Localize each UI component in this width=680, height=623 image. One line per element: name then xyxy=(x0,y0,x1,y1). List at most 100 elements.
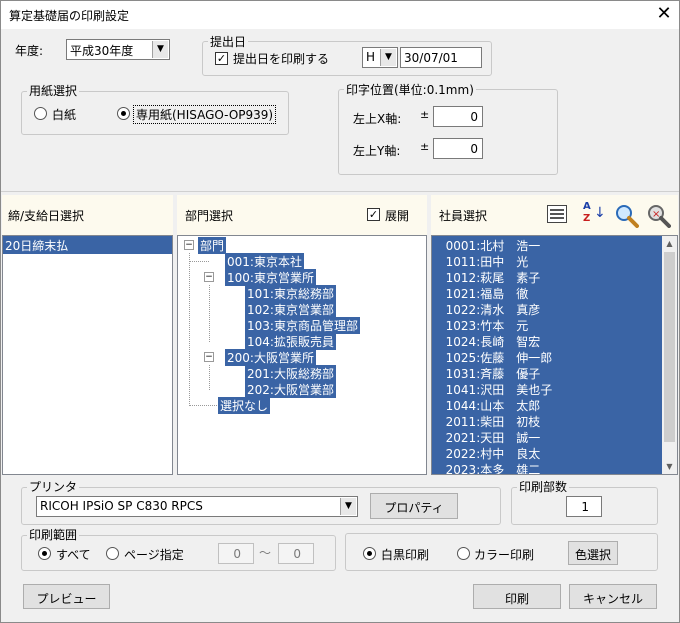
search-clear-icon[interactable]: × xyxy=(647,204,671,228)
era-value: H xyxy=(366,50,376,64)
range-tilde: 〜 xyxy=(259,546,272,560)
x-plus-minus-icon: ± xyxy=(420,108,430,121)
tree-line xyxy=(209,365,210,390)
title-bar: 算定基礎届の印刷設定 ✕ xyxy=(1,1,679,29)
copies-input[interactable]: 1 xyxy=(566,496,602,517)
print-date-checkbox[interactable]: ✓ xyxy=(215,52,228,65)
era-select[interactable]: H ▼ xyxy=(362,47,398,68)
list-item[interactable]: 1021:福島 徹 xyxy=(438,285,529,302)
employee-header: 社員選択 A Z ↓ × xyxy=(431,195,678,235)
tree-node[interactable]: 201:大阪総務部 xyxy=(245,365,336,382)
color-radio[interactable] xyxy=(457,547,470,560)
list-item[interactable]: 1024:長崎 智宏 xyxy=(438,333,541,350)
scroll-down-icon[interactable]: ▼ xyxy=(662,459,677,474)
page-from-value: 0 xyxy=(233,547,241,561)
x-axis-input[interactable]: 0 xyxy=(433,106,483,127)
page-from-input[interactable]: 0 xyxy=(218,543,254,564)
scrollbar-thumb[interactable] xyxy=(664,252,675,442)
expand-label: 展開 xyxy=(385,209,410,223)
list-item[interactable]: 1025:佐藤 伸一郎 xyxy=(438,349,553,366)
list-item[interactable]: 2023:本多 雄二 xyxy=(438,461,541,474)
y-axis-value: 0 xyxy=(470,142,478,156)
printer-value: RICOH IPSiO SP C830 RPCS xyxy=(40,499,203,513)
list-item[interactable]: 1011:田中 光 xyxy=(438,253,529,270)
cutoff-list: 20日締末払 xyxy=(2,235,173,475)
scroll-up-icon[interactable]: ▲ xyxy=(662,236,677,251)
close-icon[interactable]: ✕ xyxy=(651,3,677,27)
cutoff-item-label: 20日締末払 xyxy=(5,239,69,253)
y-plus-minus-icon: ± xyxy=(420,140,430,153)
sort-az-icon[interactable]: A Z ↓ xyxy=(581,201,606,229)
collapse-icon[interactable]: − xyxy=(204,352,214,362)
tree-node[interactable]: 103:東京商品管理部 xyxy=(245,317,360,334)
tree-node[interactable]: 部門 xyxy=(198,237,227,254)
chevron-down-icon: ▼ xyxy=(380,49,396,66)
mono-radio[interactable] xyxy=(363,547,376,560)
year-value: 平成30年度 xyxy=(70,44,134,58)
tree-line xyxy=(189,261,209,262)
x-axis-label: 左上X軸: xyxy=(353,112,402,126)
page-to-input[interactable]: 0 xyxy=(278,543,314,564)
tree-node[interactable]: 200:大阪営業所 xyxy=(225,349,316,366)
cancel-button[interactable]: キャンセル xyxy=(569,584,657,609)
paper-blank-radio[interactable] xyxy=(34,107,47,120)
list-item[interactable]: 1012:萩尾 素子 xyxy=(438,269,541,286)
list-item[interactable]: 1031:斉藤 優子 xyxy=(438,365,541,382)
tree-node[interactable]: 102:東京営業部 xyxy=(245,301,336,318)
paper-legend: 用紙選択 xyxy=(27,82,80,99)
y-axis-input[interactable]: 0 xyxy=(433,138,483,159)
sort-a-glyph: A xyxy=(583,201,591,212)
list-item[interactable]: 1044:山本 太郎 xyxy=(438,397,541,414)
color-select-button[interactable]: 色選択 xyxy=(568,541,618,565)
range-all-radio[interactable] xyxy=(38,547,51,560)
list-item[interactable]: 1022:清水 真彦 xyxy=(438,301,541,318)
tree-node[interactable]: 100:東京営業所 xyxy=(225,269,316,286)
properties-button[interactable]: プロパティ xyxy=(370,493,458,519)
cancel-button-label: キャンセル xyxy=(582,592,643,606)
tree-node[interactable]: 202:大阪営業部 xyxy=(245,381,336,398)
preview-button-label: プレビュー xyxy=(36,592,97,606)
color-select-label: 色選択 xyxy=(574,548,611,562)
submit-date-input[interactable]: 30/07/01 xyxy=(400,47,482,68)
preview-button[interactable]: プレビュー xyxy=(23,584,110,609)
employee-header-label: 社員選択 xyxy=(439,209,488,223)
year-select[interactable]: 平成30年度 ▼ xyxy=(66,39,170,60)
tree-node[interactable]: 選択なし xyxy=(218,397,271,414)
tree-node[interactable]: 001:東京本社 xyxy=(225,253,304,270)
tree-line xyxy=(209,285,210,342)
color-label: カラー印刷 xyxy=(474,548,535,562)
list-item[interactable]: 1023:竹本 元 xyxy=(438,317,529,334)
employee-list: 0001:北村 浩一 1011:田中 光 1012:萩尾 素子 1021:福島 … xyxy=(431,235,678,475)
dept-tree: − − − 部門 001:東京本社 100:東京営業所 101:東京総務部 10… xyxy=(177,235,427,475)
paper-special-radio[interactable] xyxy=(117,107,130,120)
properties-button-label: プロパティ xyxy=(384,501,444,515)
mono-label: 白黒印刷 xyxy=(381,548,430,562)
list-item[interactable]: 2011:柴田 初枝 xyxy=(438,413,541,430)
sort-arrow-glyph: ↓ xyxy=(594,205,606,221)
dept-header: 部門選択 ✓ 展開 xyxy=(177,195,427,235)
collapse-icon[interactable]: − xyxy=(204,272,214,282)
collapse-icon[interactable]: − xyxy=(184,240,194,250)
print-range-legend: 印刷範囲 xyxy=(27,526,80,543)
list-item[interactable]: 0001:北村 浩一 xyxy=(438,237,541,254)
printer-select[interactable]: RICOH IPSiO SP C830 RPCS ▼ xyxy=(36,496,358,517)
range-page-label: ページ指定 xyxy=(124,548,184,562)
list-item[interactable]: 1041:沢田 美也子 xyxy=(438,381,553,398)
tree-node[interactable]: 101:東京総務部 xyxy=(245,285,336,302)
vertical-scrollbar[interactable]: ▲ ▼ xyxy=(662,236,677,474)
search-icon[interactable] xyxy=(615,204,639,228)
print-button[interactable]: 印刷 xyxy=(473,584,561,609)
tree-node[interactable]: 104:拡張販売員 xyxy=(245,333,336,350)
list-item[interactable]: 20日締末払 xyxy=(3,236,172,254)
dialog-window: 算定基礎届の印刷設定 ✕ 年度: 平成30年度 ▼ 提出日 ✓ 提出日を印刷する… xyxy=(0,0,680,623)
list-item[interactable]: 2022:村中 良太 xyxy=(438,445,541,462)
expand-checkbox[interactable]: ✓ xyxy=(367,208,380,221)
range-page-radio[interactable] xyxy=(106,547,119,560)
list-item[interactable]: 2021:天田 誠一 xyxy=(438,429,541,446)
employee-list-items: 0001:北村 浩一 1011:田中 光 1012:萩尾 素子 1021:福島 … xyxy=(432,236,662,474)
chevron-down-icon: ▼ xyxy=(152,41,168,58)
list-view-icon[interactable] xyxy=(547,205,567,223)
print-date-label: 提出日を印刷する xyxy=(233,52,330,66)
tree-line xyxy=(189,405,217,406)
dept-header-label: 部門選択 xyxy=(185,209,234,223)
